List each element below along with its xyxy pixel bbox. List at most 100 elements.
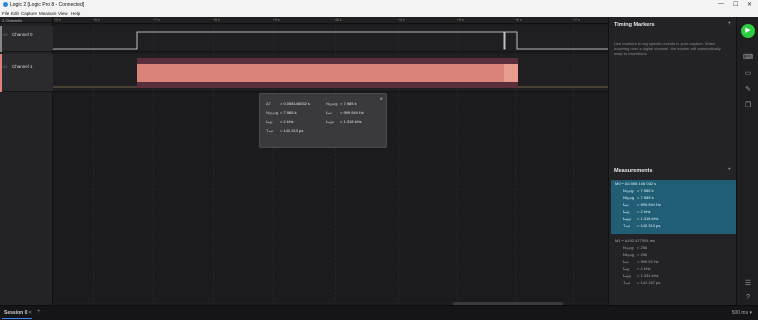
tooltip-value: = 7.985 k: [280, 110, 297, 115]
menu-measure[interactable]: Measure: [39, 11, 57, 16]
channels-panel: 2 Channels 00 Channel 0 01 Channel 1: [0, 17, 53, 305]
ruler-label: +8 s: [213, 18, 220, 22]
tooltip-value: = 2 kHz: [280, 119, 294, 124]
tooltip-value: = 1.318 kHz: [340, 119, 362, 124]
meas-value: = 256: [637, 252, 648, 257]
tooltip-value: = 142.313 μs: [280, 128, 304, 133]
tooltip-value: = 7.985 k: [340, 101, 357, 106]
meas-value: = 1.334 kHz: [637, 273, 659, 278]
tooltip-value: = 0.058146032 s: [280, 101, 310, 106]
channel-row-1[interactable]: 01 Channel 1: [0, 54, 53, 92]
meas-value: = 1.318 kHz: [637, 216, 659, 221]
meas-key: fₘᵢₙ: [623, 202, 629, 207]
tooltip-value: = 999.944 Hz: [340, 110, 364, 115]
play-icon[interactable]: ▶: [741, 24, 755, 38]
add-measurement-button[interactable]: +: [727, 167, 731, 173]
channel-1-waveform: [53, 58, 608, 88]
ruler-label: +6 s: [515, 18, 522, 22]
ruler-label: +4 s: [398, 18, 405, 22]
meas-value: = 2 kHz: [637, 209, 651, 214]
ruler-label: +5 s: [457, 18, 464, 22]
meas-key: Nᵣᵢₛᵢₙg: [623, 245, 634, 250]
chat-icon[interactable]: ▭: [742, 69, 754, 79]
keyboard-icon[interactable]: ⌨: [742, 53, 754, 63]
side-panel: Timing Markers + Use markers to tag spec…: [608, 17, 737, 305]
meas-key: fₘₑₐₙ: [623, 273, 632, 278]
ruler-label: +7 s: [153, 18, 160, 22]
meas-key: Nfₐₗₗᵢₙg: [623, 252, 635, 257]
measurement-m1-header: M1 ⎯ Δ192.477994 ms: [615, 238, 656, 243]
channel-number: 01: [3, 64, 8, 69]
measurement-tooltip: ⊗ ΔT = 0.058146032 s Nₓₐₗₗᵢₙg = 7.985 k N₀…: [259, 93, 387, 148]
window-title: Logic 2 [Logic Pro 8 - Connected]: [10, 2, 85, 8]
tooltip-close-icon[interactable]: ⊗: [380, 96, 383, 101]
meas-key: fₘₑₐₙ: [623, 216, 632, 221]
meas-key: fₘₐₓ: [623, 266, 630, 271]
add-session-button[interactable]: +: [37, 309, 41, 315]
measurement-m0-header: M0 ⎯ Δ0.058 146 032 s: [615, 181, 657, 186]
meas-key: fₘₐₓ: [623, 209, 630, 214]
meas-value: = 142.157 μs: [637, 280, 661, 285]
feedback-icon[interactable]: ☰: [742, 279, 754, 289]
meas-key: Tₘᵢₙ: [623, 280, 631, 285]
help-icon[interactable]: ?: [742, 293, 754, 303]
tooltip-label: fₘₐₓ: [266, 119, 273, 124]
add-marker-button[interactable]: +: [727, 21, 731, 27]
close-session-icon[interactable]: ✕: [28, 310, 32, 316]
time-ruler[interactable]: +0 s +6 s +7 s +8 s +9 s 46 s +4 s +5 s …: [53, 17, 608, 24]
channels-header: 2 Channels: [0, 17, 52, 23]
status-bar: Session 0 ✕ + 500 ms ▾: [0, 305, 758, 320]
meas-value: = 256: [637, 245, 648, 250]
timing-markers-help: Use markers to tag specific events in yo…: [614, 41, 721, 57]
meas-value: = 999.944 Hz: [637, 202, 661, 207]
meas-key: Tₘᵢₙ: [623, 223, 631, 228]
measurement-m1[interactable]: M1 ⎯ Δ192.477994 ms Nᵣᵢₛᵢₙg = 256 Nfₐₗₗᵢₙ…: [611, 237, 737, 291]
meas-key: Nᵣᵢₛᵢₙg: [623, 188, 634, 193]
meas-key: fₘᵢₙ: [623, 259, 629, 264]
tooltip-label: fₘᵢₙ: [326, 110, 332, 115]
close-window-button[interactable]: ✕: [747, 1, 752, 8]
menu-edit[interactable]: Edit: [11, 11, 19, 16]
menu-help[interactable]: Help: [71, 11, 80, 16]
meas-value: = 142.313 μs: [637, 223, 661, 228]
tooltip-label: N₀ᵣᵢₛᵢₙg: [266, 110, 279, 115]
title-bar: Logic 2 [Logic Pro 8 - Connected] — ☐ ✕: [0, 0, 758, 10]
tooltip-label: Tₘᵢₙ: [266, 128, 274, 133]
meas-value: = 7.985 k: [637, 195, 654, 200]
menu-bar: File Edit Capture Measure View Help: [0, 10, 758, 17]
minimize-button[interactable]: —: [718, 1, 724, 7]
ruler-top-label: 46 s: [335, 18, 342, 22]
menu-file[interactable]: File: [2, 11, 9, 16]
channel-1-indicator: [0, 54, 2, 92]
session-tab[interactable]: Session 0: [4, 310, 27, 316]
zoom-level-select[interactable]: 500 ms ▾: [732, 310, 752, 316]
ruler-label: +0 s: [54, 18, 61, 22]
ruler-label: +7 s: [573, 18, 580, 22]
meas-value: = 7.985 k: [637, 188, 654, 193]
dense-signal-block: [137, 64, 518, 82]
channel-number: 00: [3, 32, 8, 37]
ruler-icon[interactable]: ✎: [742, 85, 754, 95]
channel-name: Channel 1: [12, 64, 33, 69]
tooltip-label: fₘₑₐₙ: [326, 119, 335, 124]
maximize-button[interactable]: ☐: [733, 1, 738, 8]
right-icon-rail: ▶ ⌨ ▭ ✎ ❐ ☰ ?: [736, 17, 758, 305]
channel-0-waveform: [53, 31, 608, 50]
menu-view[interactable]: View: [58, 11, 68, 16]
menu-capture[interactable]: Capture: [21, 11, 37, 16]
timing-markers-title: Timing Markers: [614, 22, 655, 28]
measurements-title: Measurements: [614, 168, 653, 174]
channel-0-indicator: [0, 26, 2, 52]
ruler-label: +9 s: [273, 18, 280, 22]
channel-row-0[interactable]: 00 Channel 0: [0, 26, 53, 52]
ruler-label: +6 s: [93, 18, 100, 22]
channel-name: Channel 0: [12, 32, 33, 37]
measurement-m0[interactable]: M0 ⎯ Δ0.058 146 032 s Nᵣᵢₛᵢₙg = 7.985 k N…: [611, 180, 737, 234]
app-logo-icon: [3, 2, 8, 7]
layers-icon[interactable]: ❐: [742, 101, 754, 111]
session-tab-underline: [2, 318, 32, 319]
meas-value: = 2 kHz: [637, 266, 651, 271]
meas-value: = 999.92 Hz: [637, 259, 659, 264]
waveform-area[interactable]: +0 s +6 s +7 s +8 s +9 s 46 s +4 s +5 s …: [53, 17, 608, 305]
signal-end-segment: [504, 64, 518, 82]
